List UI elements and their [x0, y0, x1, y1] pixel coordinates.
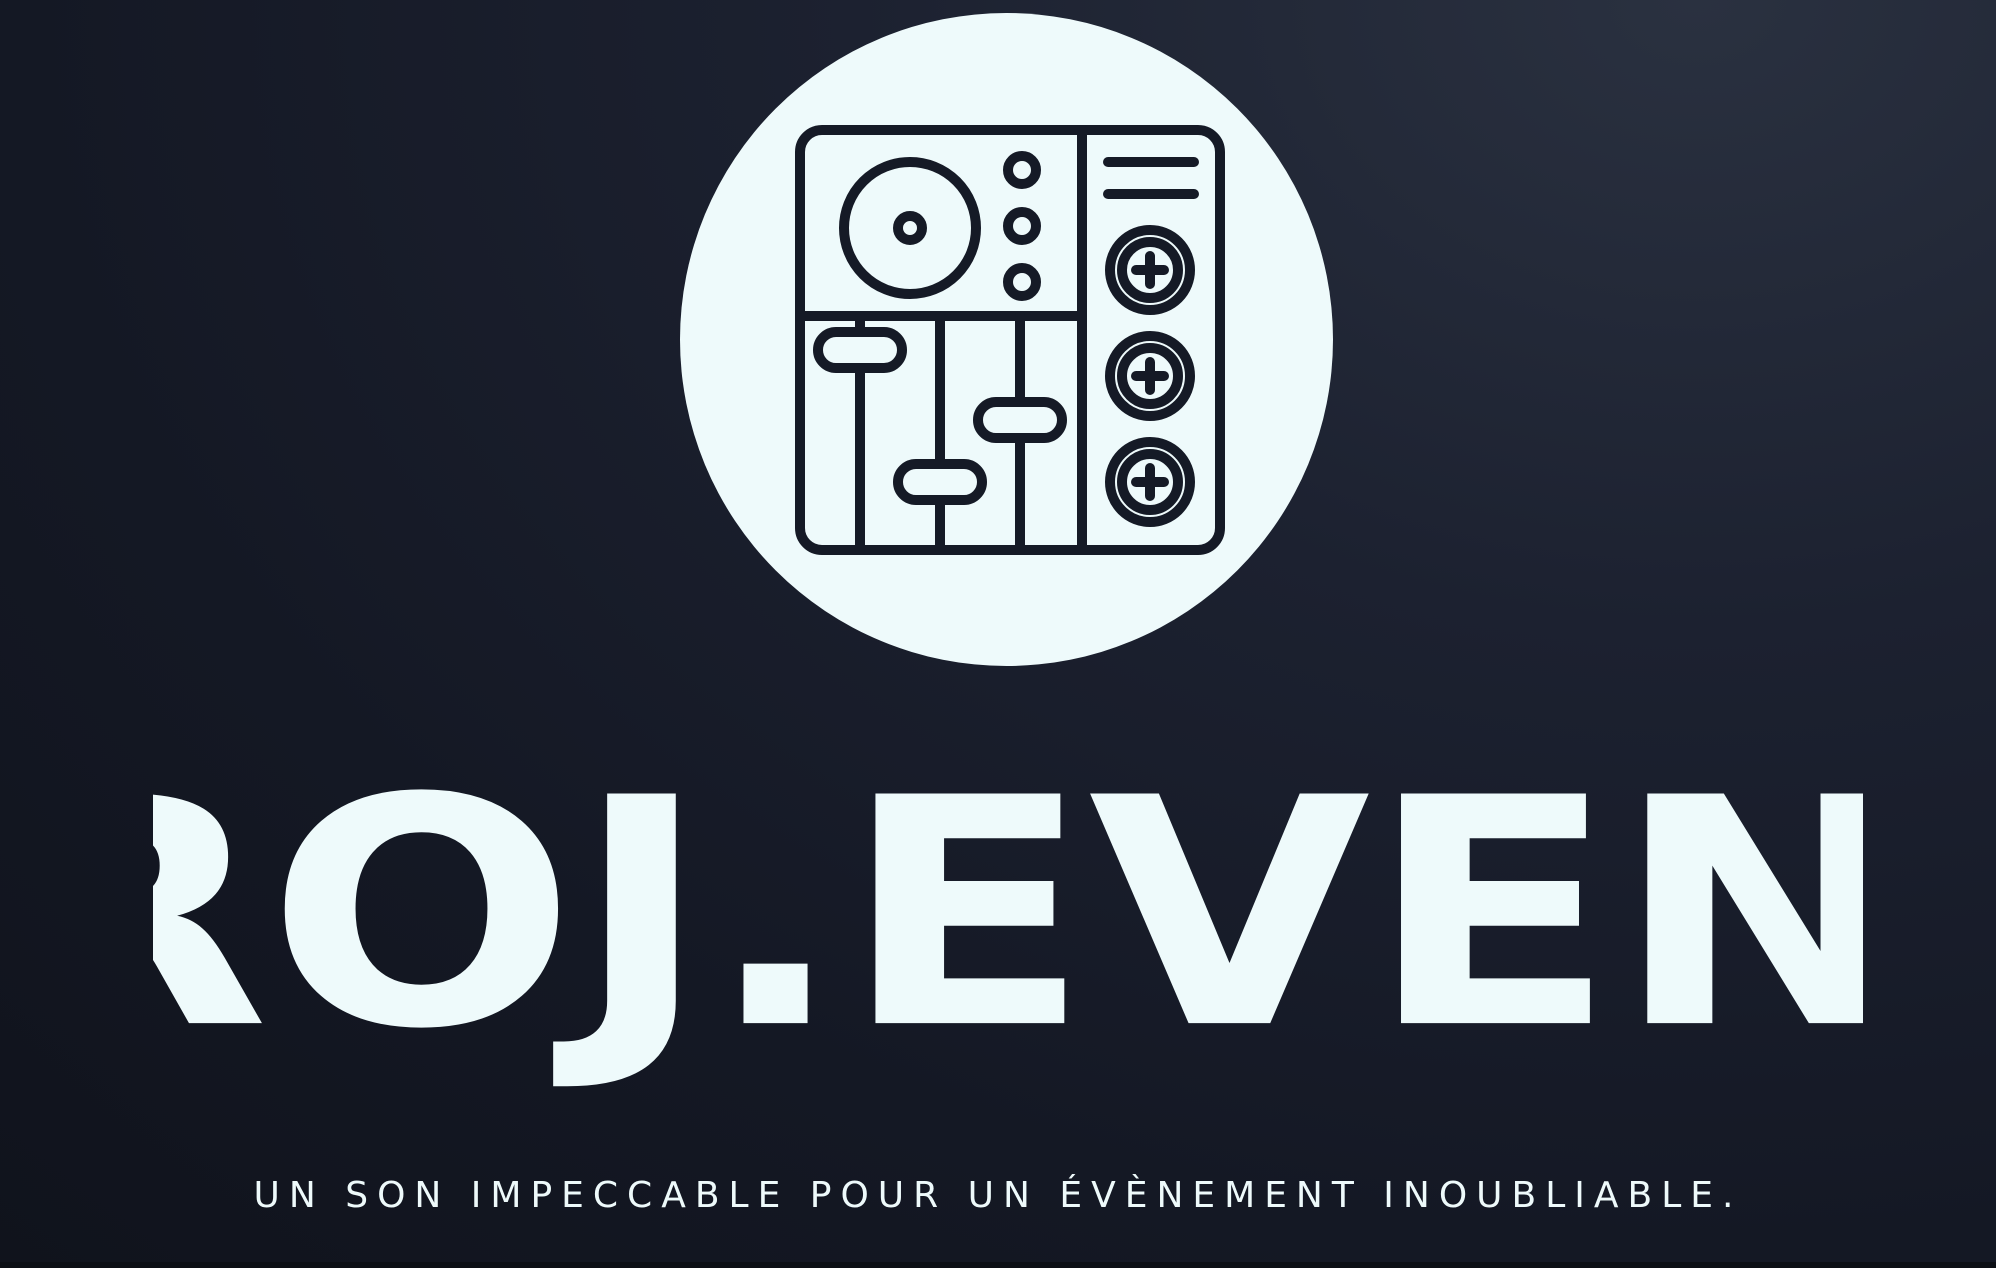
bottom-strip — [0, 1262, 1996, 1268]
brand-title: PROJ.EVENTSON — [153, 740, 1863, 1090]
tagline: UN SON IMPECCABLE POUR UN ÉVÈNEMENT INOU… — [253, 1175, 1743, 1216]
brand-title-text: PROJ.EVENTSON — [153, 740, 1863, 1090]
mixing-console-icon — [795, 125, 1225, 555]
